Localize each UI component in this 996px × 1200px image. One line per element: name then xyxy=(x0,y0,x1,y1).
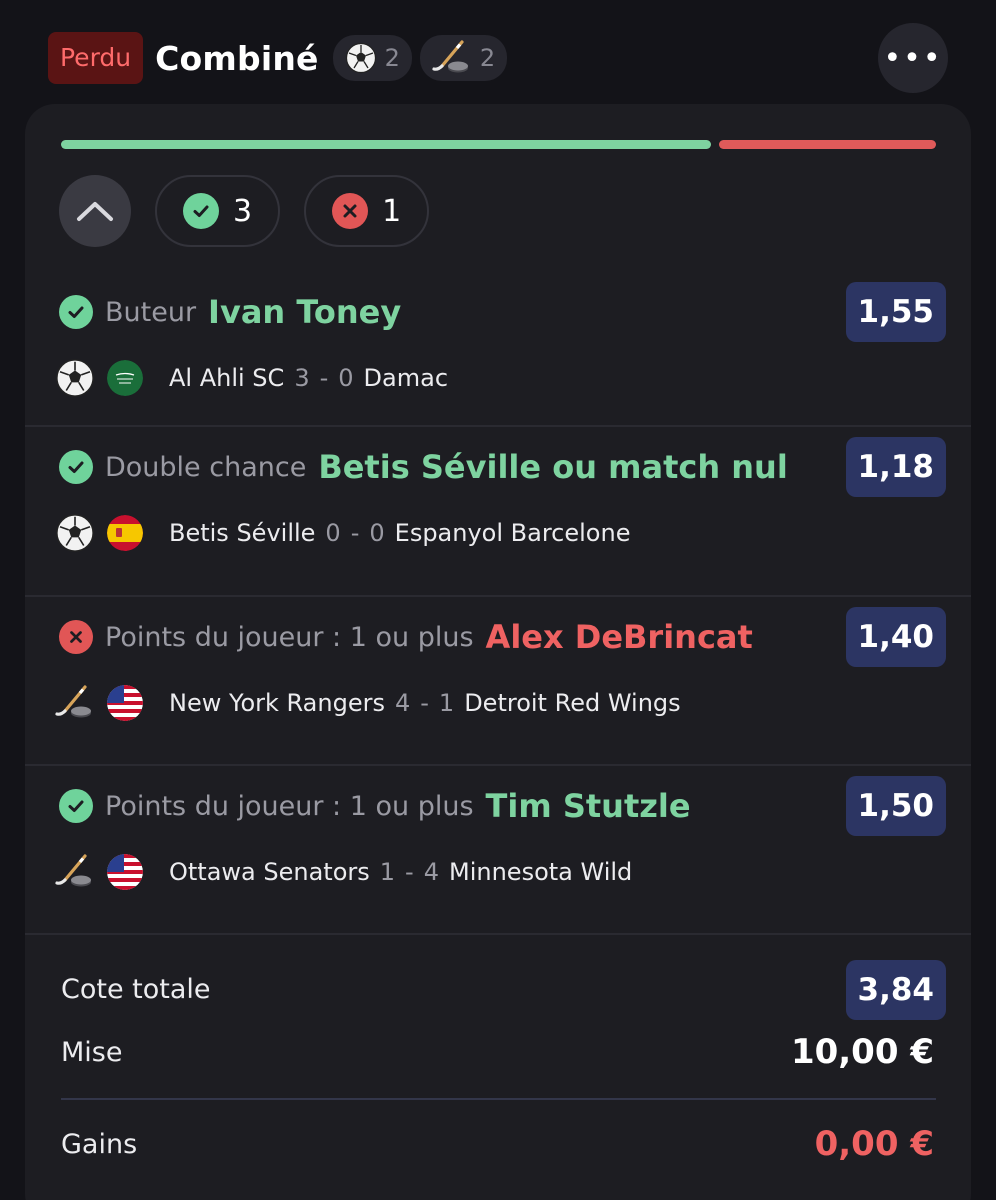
market-label: Double chance xyxy=(105,451,307,483)
winnings-value: 0,00 € xyxy=(814,1124,934,1164)
away-score: 4 xyxy=(423,858,439,886)
home-score: 0 xyxy=(325,519,341,547)
home-team: Betis Séville xyxy=(169,519,316,547)
odds-badge: 1,55 xyxy=(845,282,946,342)
away-score: 1 xyxy=(438,689,455,717)
winnings-label: Gains xyxy=(61,1129,138,1160)
away-team: Minnesota Wild xyxy=(449,858,633,886)
saudi-arabia-flag-icon xyxy=(107,360,143,396)
total-odds-badge: 3,84 xyxy=(845,960,946,1020)
pick-label: Ivan Toney xyxy=(208,293,402,331)
odds-badge: 1,40 xyxy=(845,607,946,667)
won-check-icon xyxy=(59,295,93,329)
market-label: Buteur xyxy=(105,296,197,328)
score-separator: - xyxy=(405,858,414,886)
selection-item[interactable]: Double chance Betis Séville ou match nul… xyxy=(25,425,971,594)
soccer-ball-icon xyxy=(345,42,376,74)
soccer-count: 2 xyxy=(384,44,400,72)
away-score: 0 xyxy=(369,519,385,547)
home-team: New York Rangers xyxy=(169,689,385,717)
market-label: Points du joueur : 1 ou plus xyxy=(105,790,474,822)
hockey-stick-icon xyxy=(432,40,468,73)
odds-badge: 1,50 xyxy=(845,776,946,836)
lost-cross-icon xyxy=(59,620,93,654)
match-info: Betis Séville 0 - 0 Espanyol Barcelone xyxy=(55,513,630,553)
usa-flag-icon xyxy=(107,685,143,721)
away-team: Detroit Red Wings xyxy=(464,689,681,717)
match-info: Ottawa Senators 1 - 4 Minnesota Wild xyxy=(55,852,632,892)
bet-header: Perdu Combiné 2 2 ••• xyxy=(48,23,948,93)
soccer-count-pill: 2 xyxy=(332,35,412,81)
totals-divider xyxy=(61,1098,936,1100)
more-dots-icon: ••• xyxy=(883,40,943,76)
more-options-button[interactable]: ••• xyxy=(878,23,948,93)
score-separator: - xyxy=(420,689,429,717)
selection-item[interactable]: Points du joueur : 1 ou plus Alex DeBrin… xyxy=(25,595,971,764)
summary-row: 3 1 xyxy=(59,175,430,247)
home-score: 3 xyxy=(294,364,310,392)
odds-badge: 1,18 xyxy=(845,437,946,497)
progress-won-segment xyxy=(61,140,712,149)
won-check-icon xyxy=(59,450,93,484)
chevron-up-icon xyxy=(77,202,113,221)
results-progress-bar xyxy=(61,140,936,149)
away-score: 0 xyxy=(338,364,354,392)
home-score: 4 xyxy=(394,689,411,717)
pick-label: Tim Stutzle xyxy=(485,787,691,825)
progress-lost-segment xyxy=(719,140,936,149)
hockey-stick-icon xyxy=(55,685,91,718)
match-info: New York Rangers 4 - 1 Detroit Red Wings xyxy=(55,683,681,723)
total-odds-label: Cote totale xyxy=(61,974,211,1005)
home-score: 1 xyxy=(379,858,396,886)
soccer-ball-icon xyxy=(56,359,94,397)
bet-card: 3 1 Buteur Ivan Toney 1,55 Al Ahli SC 3 … xyxy=(25,104,971,1200)
score-separator: - xyxy=(350,519,360,547)
status-badge: Perdu xyxy=(48,32,144,84)
pick-label: Betis Séville ou match nul xyxy=(318,448,788,486)
pick-label: Alex DeBrincat xyxy=(485,618,753,656)
selection-item[interactable]: Points du joueur : 1 ou plus Tim Stutzle… xyxy=(25,764,971,933)
lost-count-pill[interactable]: 1 xyxy=(304,175,430,247)
cross-icon xyxy=(332,193,369,229)
away-team: Espanyol Barcelone xyxy=(394,519,631,547)
spain-flag-icon xyxy=(107,515,143,551)
hockey-count: 2 xyxy=(479,44,496,72)
won-check-icon xyxy=(59,789,93,823)
won-count: 3 xyxy=(233,193,253,229)
hockey-stick-icon xyxy=(55,854,91,887)
selection-header: Double chance Betis Séville ou match nul xyxy=(59,441,788,493)
score-separator: - xyxy=(319,364,329,392)
soccer-ball-icon xyxy=(56,514,94,552)
bet-title: Combiné xyxy=(155,38,319,78)
away-team: Damac xyxy=(363,364,449,392)
stake-value: 10,00 € xyxy=(790,1032,934,1072)
selection-header: Buteur Ivan Toney xyxy=(59,286,401,338)
stake-label: Mise xyxy=(61,1037,123,1068)
collapse-button[interactable] xyxy=(59,175,131,247)
selection-item[interactable]: Buteur Ivan Toney 1,55 Al Ahli SC 3 - 0 … xyxy=(25,272,971,441)
home-team: Al Ahli SC xyxy=(169,364,285,392)
match-info: Al Ahli SC 3 - 0 Damac xyxy=(55,358,448,398)
lost-count: 1 xyxy=(382,193,402,229)
market-label: Points du joueur : 1 ou plus xyxy=(105,621,474,653)
check-icon xyxy=(183,193,219,229)
won-count-pill[interactable]: 3 xyxy=(155,175,281,247)
home-team: Ottawa Senators xyxy=(169,858,370,886)
selection-header: Points du joueur : 1 ou plus Tim Stutzle xyxy=(59,780,691,832)
selection-header: Points du joueur : 1 ou plus Alex DeBrin… xyxy=(59,611,753,663)
hockey-count-pill: 2 xyxy=(419,35,508,81)
usa-flag-icon xyxy=(107,854,143,890)
